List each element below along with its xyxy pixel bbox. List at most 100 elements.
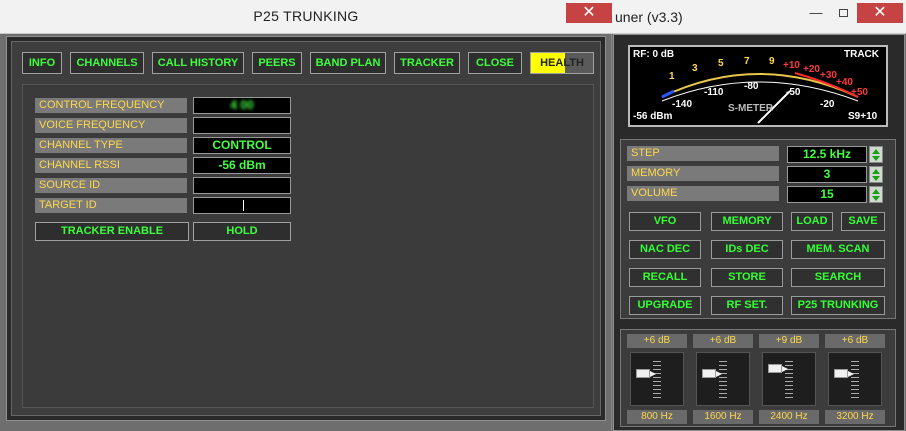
eq-slider-knob[interactable]: [834, 369, 854, 378]
eq-slider-track[interactable]: [630, 352, 684, 406]
eq-band-3200: +6 dB 3200 Hz: [825, 334, 885, 426]
chevron-down-icon[interactable]: [872, 196, 880, 201]
voice-frequency-label: VOICE FREQUENCY: [35, 118, 187, 133]
tracker-panel: CONTROL FREQUENCY 4 00 VOICE FREQUENCY C…: [22, 84, 594, 408]
chevron-up-icon[interactable]: [872, 189, 880, 194]
eq-slider-knob[interactable]: [636, 369, 656, 378]
chevron-up-icon[interactable]: [872, 149, 880, 154]
target-id-label: TARGET ID: [35, 198, 187, 213]
step-spinner[interactable]: [869, 146, 883, 163]
p25-trunking-button[interactable]: P25 TRUNKING: [791, 296, 885, 315]
chevron-up-icon[interactable]: [872, 169, 880, 174]
scale-mark: +10: [783, 60, 800, 71]
p25-close-button[interactable]: ✕: [566, 3, 612, 23]
recall-button[interactable]: RECALL: [629, 268, 701, 287]
scale-mark: +20: [803, 64, 820, 75]
close-button[interactable]: CLOSE: [468, 52, 522, 74]
nac-dec-button[interactable]: NAC DEC: [629, 240, 701, 259]
text-cursor: [243, 200, 244, 211]
tuner-window: uner (v3.3) — ✕ RF: 0 dB TRACK 1 3 5 7 9…: [606, 0, 906, 431]
eq-slider-knob[interactable]: [768, 364, 788, 373]
tuner-body: RF: 0 dB TRACK 1 3 5 7 9 +10 +20 +30 +40…: [613, 34, 905, 431]
eq-frequency: 800 Hz: [627, 410, 687, 424]
info-button[interactable]: INFO: [22, 52, 62, 74]
scale-mark: 1: [669, 71, 675, 82]
chevron-down-icon[interactable]: [872, 176, 880, 181]
eq-slider-track[interactable]: [696, 352, 750, 406]
eq-gain: +6 dB: [825, 334, 885, 348]
mem-scan-button[interactable]: MEM. SCAN: [791, 240, 885, 259]
eq-slider-track[interactable]: [762, 352, 816, 406]
target-id-value[interactable]: [193, 197, 291, 214]
tracker-enable-button[interactable]: TRACKER ENABLE: [35, 222, 189, 241]
eq-band-800: +6 dB 800 Hz: [627, 334, 687, 426]
tuner-titlebar[interactable]: uner (v3.3) — ✕: [607, 0, 906, 34]
save-button[interactable]: SAVE: [841, 212, 885, 231]
call-history-button[interactable]: CALL HISTORY: [152, 52, 244, 74]
eq-ticks: [851, 361, 859, 401]
volume-row: VOLUME 15: [627, 186, 891, 203]
memory-button[interactable]: MEMORY: [711, 212, 783, 231]
s-meter: RF: 0 dB TRACK 1 3 5 7 9 +10 +20 +30 +40…: [628, 45, 888, 127]
volume-label: VOLUME: [627, 186, 779, 201]
eq-gain: +6 dB: [627, 334, 687, 348]
control-frequency-text: 4 00: [230, 98, 254, 112]
channel-rssi-value: -56 dBm: [193, 157, 291, 174]
step-value[interactable]: 12.5 kHz: [787, 146, 867, 163]
memory-label: MEMORY: [627, 166, 779, 181]
p25-window: P25 TRUNKING ✕ INFO CHANNELS CALL HISTOR…: [0, 0, 612, 431]
scale-mark: -50: [786, 87, 801, 98]
tuner-title: uner (v3.3): [615, 9, 683, 25]
control-frequency-row: CONTROL FREQUENCY 4 00: [35, 97, 295, 114]
control-frequency-value: 4 00: [193, 97, 291, 114]
eq-slider-knob[interactable]: [702, 369, 722, 378]
source-id-row: SOURCE ID: [35, 177, 295, 194]
scale-mark: -20: [820, 99, 835, 110]
scale-mark: 5: [718, 58, 724, 69]
rf-gain-readout: RF: 0 dB: [633, 49, 675, 60]
eq-gain: +9 dB: [759, 334, 819, 348]
scale-mark: +30: [820, 70, 837, 81]
tuner-close-button[interactable]: ✕: [857, 3, 903, 23]
scale-mark: -140: [672, 99, 693, 110]
volume-value[interactable]: 15: [787, 186, 867, 203]
health-button[interactable]: HEALTH: [530, 52, 594, 74]
band-plan-button[interactable]: BAND PLAN: [310, 52, 386, 74]
memory-spinner[interactable]: [869, 166, 883, 183]
search-button[interactable]: SEARCH: [791, 268, 885, 287]
p25-titlebar[interactable]: P25 TRUNKING ✕: [0, 0, 612, 34]
s-unit-readout: S9+10: [848, 111, 878, 122]
hold-button[interactable]: HOLD: [193, 222, 291, 241]
ids-dec-button[interactable]: IDs DEC: [711, 240, 783, 259]
minimize-button[interactable]: —: [803, 3, 829, 23]
p25-title: P25 TRUNKING: [253, 8, 359, 24]
signal-dbm-readout: -56 dBm: [633, 111, 673, 122]
chevron-down-icon[interactable]: [872, 156, 880, 161]
memory-value[interactable]: 3: [787, 166, 867, 183]
tuner-controls: STEP 12.5 kHz MEMORY 3 VOLUME 15 VFO MEM…: [620, 139, 896, 319]
rf-set-button[interactable]: RF SET.: [711, 296, 783, 315]
p25-inner: INFO CHANNELS CALL HISTORY PEERS BAND PL…: [11, 41, 601, 416]
scale-mark: +50: [851, 87, 868, 98]
upgrade-button[interactable]: UPGRADE: [629, 296, 701, 315]
voice-frequency-row: VOICE FREQUENCY: [35, 117, 295, 134]
store-button[interactable]: STORE: [711, 268, 783, 287]
eq-frequency: 2400 Hz: [759, 410, 819, 424]
vfo-button[interactable]: VFO: [629, 212, 701, 231]
maximize-icon: [838, 9, 848, 17]
volume-spinner[interactable]: [869, 186, 883, 203]
channels-button[interactable]: CHANNELS: [70, 52, 144, 74]
peers-button[interactable]: PEERS: [252, 52, 302, 74]
maximize-button[interactable]: [829, 3, 857, 23]
p25-body: INFO CHANNELS CALL HISTORY PEERS BAND PL…: [6, 36, 606, 421]
load-button[interactable]: LOAD: [791, 212, 833, 231]
eq-frequency: 3200 Hz: [825, 410, 885, 424]
voice-frequency-value: [193, 117, 291, 134]
eq-gain: +6 dB: [693, 334, 753, 348]
channel-rssi-row: CHANNEL RSSI -56 dBm: [35, 157, 295, 174]
eq-band-1600: +6 dB 1600 Hz: [693, 334, 753, 426]
eq-slider-track[interactable]: [828, 352, 882, 406]
equalizer: +6 dB 800 Hz +6 dB 1600 Hz +9 dB 2400 Hz…: [620, 329, 896, 427]
tracker-button[interactable]: TRACKER: [394, 52, 460, 74]
s-meter-label: S-METER: [728, 103, 773, 114]
